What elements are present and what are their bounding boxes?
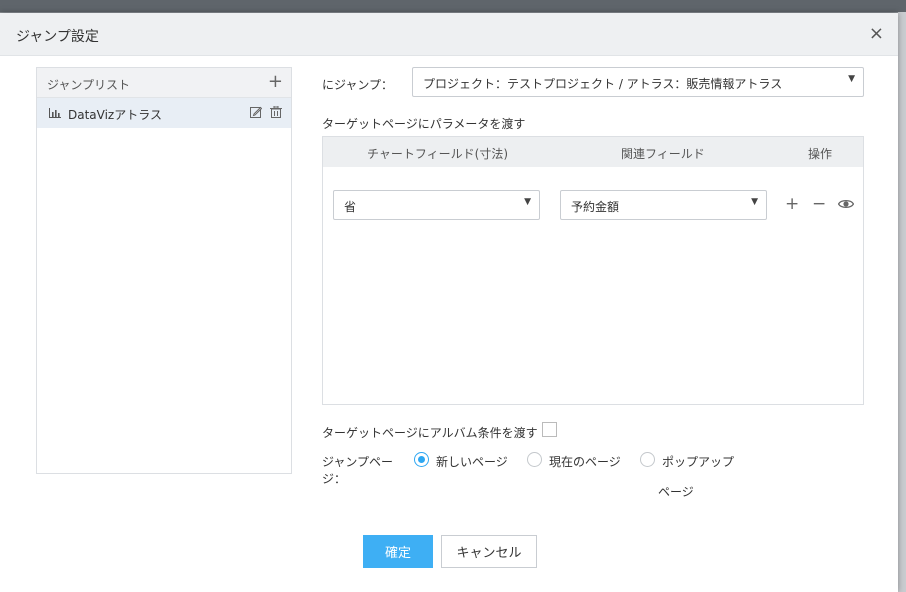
jump-to-label: にジャンプ： (322, 78, 394, 92)
add-row-icon[interactable]: + (785, 194, 799, 214)
remove-row-icon[interactable]: − (812, 194, 826, 214)
album-condition-label: ターゲットページにアルバム条件を渡す (322, 426, 538, 440)
jump-target-select[interactable]: プロジェクト：テストプロジェクト / アトラス：販売情報アトラス ▼ (412, 67, 864, 97)
eye-icon[interactable] (838, 198, 854, 210)
edit-icon[interactable] (250, 106, 262, 118)
radio-popup-page-label[interactable]: ポップアップ (662, 453, 734, 470)
jump-list-item-label: DataVizアトラス (68, 108, 162, 122)
chevron-down-icon: ▼ (524, 197, 531, 207)
param-table: チャートフィールド(寸法) 関連フィールド 操作 (322, 136, 864, 405)
jump-target-value: プロジェクト：テストプロジェクト / アトラス：販売情報アトラス (423, 77, 783, 91)
jump-list-title: ジャンプリスト (47, 78, 131, 92)
background-topbar (0, 0, 906, 12)
params-label: ターゲットページにパラメータを渡す (322, 117, 526, 131)
chevron-down-icon: ▼ (848, 74, 855, 84)
related-field-value: 予約金額 (571, 200, 620, 214)
chart-field-value: 省 (344, 200, 357, 214)
header-operation: 操作 (808, 147, 833, 161)
radio-popup-page[interactable] (640, 452, 655, 467)
close-icon[interactable]: × (869, 23, 884, 44)
jump-list-header: ジャンプリスト + (37, 68, 291, 98)
jump-list-item[interactable]: DataVizアトラス (37, 98, 291, 128)
radio-new-page-label[interactable]: 新しいページ (436, 453, 508, 470)
jump-page-label: ジャンプペー (322, 455, 394, 469)
cancel-button[interactable]: キャンセル (441, 535, 537, 568)
confirm-button[interactable]: 確定 (363, 535, 433, 568)
dialog-header: ジャンプ設定 × (0, 13, 898, 56)
dialog-title: ジャンプ設定 (16, 29, 99, 45)
chart-field-select[interactable]: 省 ▼ (333, 190, 540, 220)
related-field-select[interactable]: 予約金額 ▼ (560, 190, 767, 220)
background-page (898, 12, 906, 592)
header-chart-field: チャートフィールド(寸法) (367, 147, 509, 161)
radio-current-page[interactable] (527, 452, 542, 467)
radio-new-page[interactable] (414, 452, 429, 467)
bar-chart-icon (49, 108, 61, 118)
add-jump-button[interactable]: + (268, 71, 283, 92)
header-related-field: 関連フィールド (621, 147, 705, 161)
jump-list-panel: ジャンプリスト + DataVizアトラス (36, 67, 292, 474)
chevron-down-icon: ▼ (751, 197, 758, 207)
trash-icon[interactable] (270, 106, 282, 118)
album-condition-checkbox[interactable] (542, 422, 557, 437)
jump-page-label-cont: ジ： (322, 472, 347, 486)
radio-popup-page-label-cont[interactable]: ページ (658, 483, 694, 500)
param-table-header: チャートフィールド(寸法) 関連フィールド 操作 (323, 137, 863, 167)
radio-current-page-label[interactable]: 現在のページ (549, 453, 621, 470)
